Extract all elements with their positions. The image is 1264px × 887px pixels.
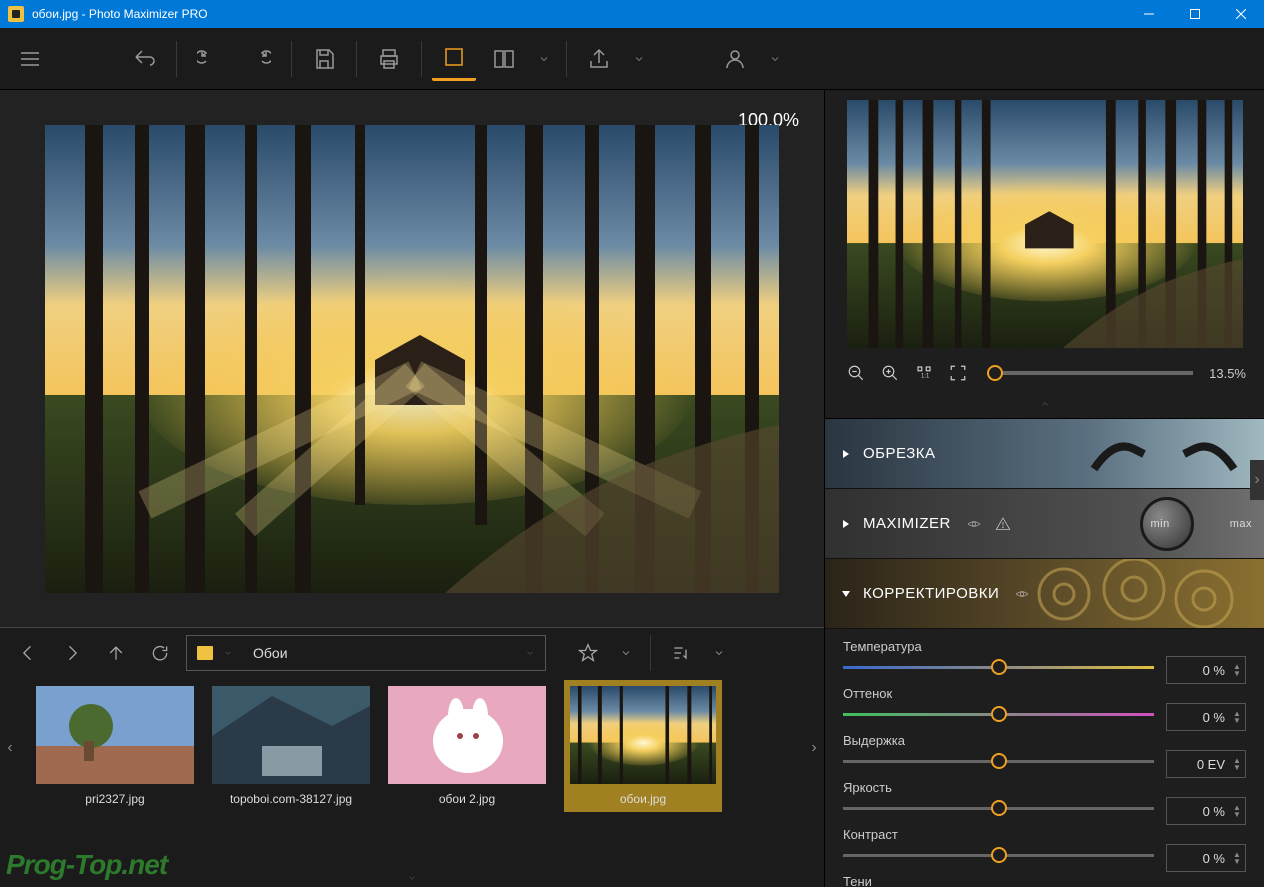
refresh-button[interactable] (142, 635, 178, 671)
share-dropdown[interactable] (627, 37, 651, 81)
preview-zoom-slider[interactable] (987, 371, 1193, 375)
temperature-value[interactable]: 0 %▲▼ (1166, 656, 1246, 684)
sort-dropdown[interactable] (707, 635, 731, 671)
main-toolbar (0, 28, 1264, 90)
thumbnail-label: topoboi.com-38127.jpg (230, 792, 352, 806)
preview-area (825, 90, 1264, 354)
contrast-value[interactable]: 0 %▲▼ (1166, 844, 1246, 872)
collapse-browser-button[interactable] (0, 869, 824, 887)
minimize-button[interactable] (1126, 0, 1172, 28)
chevron-right-icon (841, 519, 851, 529)
tint-slider[interactable] (843, 713, 1154, 716)
brightness-label: Яркость (843, 780, 1246, 795)
thumbnail-item-selected[interactable]: обои.jpg (564, 680, 722, 812)
favorite-button[interactable] (570, 635, 606, 671)
thumbnail-label: обои.jpg (620, 792, 666, 806)
revert-button[interactable] (122, 37, 166, 81)
brightness-slider[interactable] (843, 807, 1154, 810)
undo-button[interactable] (187, 37, 231, 81)
adjustments-panel: Температура 0 %▲▼ Оттенок 0 %▲▼ Выдержка… (825, 629, 1264, 887)
thumbnail-label: pri2327.jpg (85, 792, 144, 806)
maximize-button[interactable] (1172, 0, 1218, 28)
single-view-button[interactable] (432, 37, 476, 81)
collapse-preview-button[interactable] (825, 392, 1264, 418)
thumbnail-item[interactable]: topoboi.com-38127.jpg (212, 686, 370, 806)
expand-right-panel-button[interactable]: › (1250, 460, 1264, 500)
zoom-in-button[interactable] (877, 360, 903, 386)
accordion-maximizer-label: MAXIMIZER (863, 515, 951, 532)
exposure-value[interactable]: 0 EV▲▼ (1166, 750, 1246, 778)
chevron-right-icon (841, 449, 851, 459)
thumbnail-item[interactable]: обои 2.jpg (388, 686, 546, 806)
contrast-slider[interactable] (843, 854, 1154, 857)
accordion-maximizer[interactable]: MAXIMIZER min max (825, 489, 1264, 559)
strip-prev-button[interactable]: ‹ (2, 698, 18, 798)
sort-button[interactable] (663, 635, 699, 671)
app-icon (8, 6, 24, 22)
window-title: обои.jpg - Photo Maximizer PRO (32, 7, 208, 21)
zoom-actual-button[interactable]: 1:1 (911, 360, 937, 386)
right-panel: 1:1 13.5% ОБРЕЗКА MAXIMIZER min max (824, 90, 1264, 887)
close-button[interactable] (1218, 0, 1264, 28)
print-button[interactable] (367, 37, 411, 81)
crop-hands-decoration (1074, 419, 1254, 489)
redo-button[interactable] (237, 37, 281, 81)
menu-button[interactable] (10, 37, 50, 81)
main-image (45, 125, 779, 593)
titlebar: обои.jpg - Photo Maximizer PRO (0, 0, 1264, 28)
warning-icon (995, 516, 1011, 532)
eye-icon (965, 517, 983, 531)
max-label: max (1230, 518, 1252, 530)
exposure-label: Выдержка (843, 733, 1246, 748)
chevron-down-icon (841, 589, 851, 599)
strip-next-button[interactable]: › (806, 698, 822, 798)
svg-text:1:1: 1:1 (921, 374, 930, 380)
zoom-fit-button[interactable] (945, 360, 971, 386)
preview-zoom-controls: 1:1 13.5% (825, 354, 1264, 392)
file-browser: Обои ‹ pri2327.jpg topoboi (0, 627, 824, 887)
favorite-dropdown[interactable] (614, 635, 638, 671)
nav-forward-button[interactable] (54, 635, 90, 671)
exposure-slider[interactable] (843, 760, 1154, 763)
accordion-crop[interactable]: ОБРЕЗКА (825, 419, 1264, 489)
thumbnail-strip: ‹ pri2327.jpg topoboi.com-38127.jpg обои… (0, 678, 824, 869)
contrast-label: Контраст (843, 827, 1246, 842)
folder-icon (197, 646, 213, 660)
account-dropdown[interactable] (763, 37, 787, 81)
save-button[interactable] (302, 37, 346, 81)
accordion-adjustments[interactable]: КОРРЕКТИРОВКИ (825, 559, 1264, 629)
account-button[interactable] (713, 37, 757, 81)
canvas-area[interactable]: 100.0% (0, 90, 824, 627)
temperature-slider[interactable] (843, 666, 1154, 669)
temperature-label: Температура (843, 639, 1246, 654)
nav-back-button[interactable] (10, 635, 46, 671)
chevron-down-icon (525, 648, 535, 658)
folder-name: Обои (243, 645, 515, 661)
nav-up-button[interactable] (98, 635, 134, 671)
accordion-crop-label: ОБРЕЗКА (863, 445, 936, 462)
tint-label: Оттенок (843, 686, 1246, 701)
compare-view-button[interactable] (482, 37, 526, 81)
preview-image (847, 100, 1243, 348)
brightness-value[interactable]: 0 %▲▼ (1166, 797, 1246, 825)
zoom-out-button[interactable] (843, 360, 869, 386)
folder-selector[interactable]: Обои (186, 635, 546, 671)
min-label: min (1150, 518, 1169, 530)
tint-value[interactable]: 0 %▲▼ (1166, 703, 1246, 731)
shadows-label: Тени (843, 874, 1246, 887)
view-dropdown[interactable] (532, 37, 556, 81)
preview-zoom-value: 13.5% (1209, 366, 1246, 381)
thumbnail-label: обои 2.jpg (439, 792, 495, 806)
chevron-down-icon (223, 648, 233, 658)
share-button[interactable] (577, 37, 621, 81)
gears-decoration (1004, 559, 1264, 629)
accordion-adjustments-label: КОРРЕКТИРОВКИ (863, 585, 999, 602)
thumbnail-item[interactable]: pri2327.jpg (36, 686, 194, 806)
